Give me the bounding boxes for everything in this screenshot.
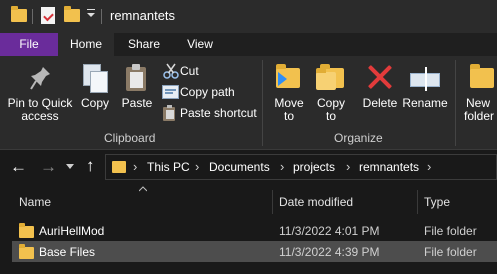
copy-to-icon [316,62,346,92]
breadcrumb-separator: › [346,159,351,174]
file-date: 11/3/2022 4:39 PM [279,245,380,259]
column-header-type[interactable]: Type [424,195,450,209]
group-divider [262,60,263,146]
delete-label: Delete [362,96,398,110]
column-header-name[interactable]: Name [19,195,51,209]
breadcrumb-projects[interactable]: projects [293,160,335,174]
breadcrumb-separator: › [427,159,432,174]
rename-button[interactable]: Rename [402,60,448,128]
tab-file[interactable]: File [0,33,58,56]
rename-label: Rename [402,96,448,110]
table-row[interactable]: AuriHellMod 11/3/2022 4:01 PM File folde… [12,220,497,241]
new-folder-label-line2: folder [464,109,495,123]
copy-icon [83,64,108,93]
column-divider[interactable] [272,190,273,214]
cut-button[interactable]: Cut [160,62,255,80]
copy-path-button[interactable]: Copy path [160,83,255,101]
delete-icon [367,64,393,90]
group-divider [455,60,456,146]
paste-shortcut-button[interactable]: Paste shortcut [160,104,260,122]
address-folder-icon [112,161,126,173]
new-folder-button[interactable]: New folder [460,60,497,128]
window-title: remnantets [110,8,176,23]
paste-button[interactable]: Paste [120,60,154,128]
file-date: 11/3/2022 4:01 PM [279,224,380,238]
paste-icon [126,64,148,92]
toolbar-divider [101,9,102,24]
rename-icon [410,64,440,92]
breadcrumb-this-pc[interactable]: This PC [147,160,190,174]
breadcrumb-separator: › [195,159,200,174]
up-arrow-icon[interactable]: ↑ [86,157,95,174]
file-name: Base Files [39,245,96,259]
paste-shortcut-label: Paste shortcut [180,106,257,120]
pin-icon [30,67,50,90]
column-divider[interactable] [417,190,418,214]
move-to-button[interactable]: Move to [270,60,308,128]
copy-path-label: Copy path [180,85,235,99]
new-folder-icon [468,62,497,92]
delete-button[interactable]: Delete [360,60,400,128]
folder-icon [19,223,34,238]
move-to-icon [274,62,304,92]
folder-icon [11,6,27,22]
file-type: File folder [424,245,477,259]
copy-label: Copy [80,96,109,110]
pin-to-quick-access-button[interactable]: Pin to Quick access [2,60,78,128]
forward-arrow-icon[interactable]: → [40,158,57,175]
paste-label: Paste [121,96,153,110]
copy-path-icon [162,85,179,99]
table-row-selected[interactable]: Base Files 11/3/2022 4:39 PM File folder [12,241,497,262]
paste-shortcut-icon [163,105,175,121]
recent-locations-chevron-icon[interactable] [66,164,74,169]
back-arrow-icon[interactable]: ← [10,158,27,175]
file-type: File folder [424,224,477,238]
copy-to-label-line2: to [325,109,336,123]
copy-button[interactable]: Copy [78,60,112,128]
toolbar-divider [32,9,33,24]
tab-share[interactable]: Share [114,33,174,56]
organize-group-label: Organize [334,131,383,145]
pin-label-line2: access [21,109,59,123]
clipboard-group-label: Clipboard [104,131,156,145]
sort-ascending-icon [139,186,147,192]
properties-icon[interactable] [41,7,55,24]
tab-view[interactable]: View [174,33,226,56]
file-name: AuriHellMod [39,224,105,238]
breadcrumb-separator: › [280,159,285,174]
folder-icon [19,244,34,259]
breadcrumb-remnantets[interactable]: remnantets [359,160,419,174]
copy-to-button[interactable]: Copy to [312,60,350,128]
scissors-icon [163,63,179,79]
column-header-date-modified[interactable]: Date modified [279,195,353,209]
new-folder-quick-icon[interactable] [64,6,80,22]
tab-home[interactable]: Home [58,33,114,56]
cut-label: Cut [180,64,199,78]
move-to-label-line2: to [283,109,294,123]
customize-quick-access-icon[interactable] [87,9,95,17]
breadcrumb-separator: › [133,159,138,174]
breadcrumb-documents[interactable]: Documents [209,160,270,174]
